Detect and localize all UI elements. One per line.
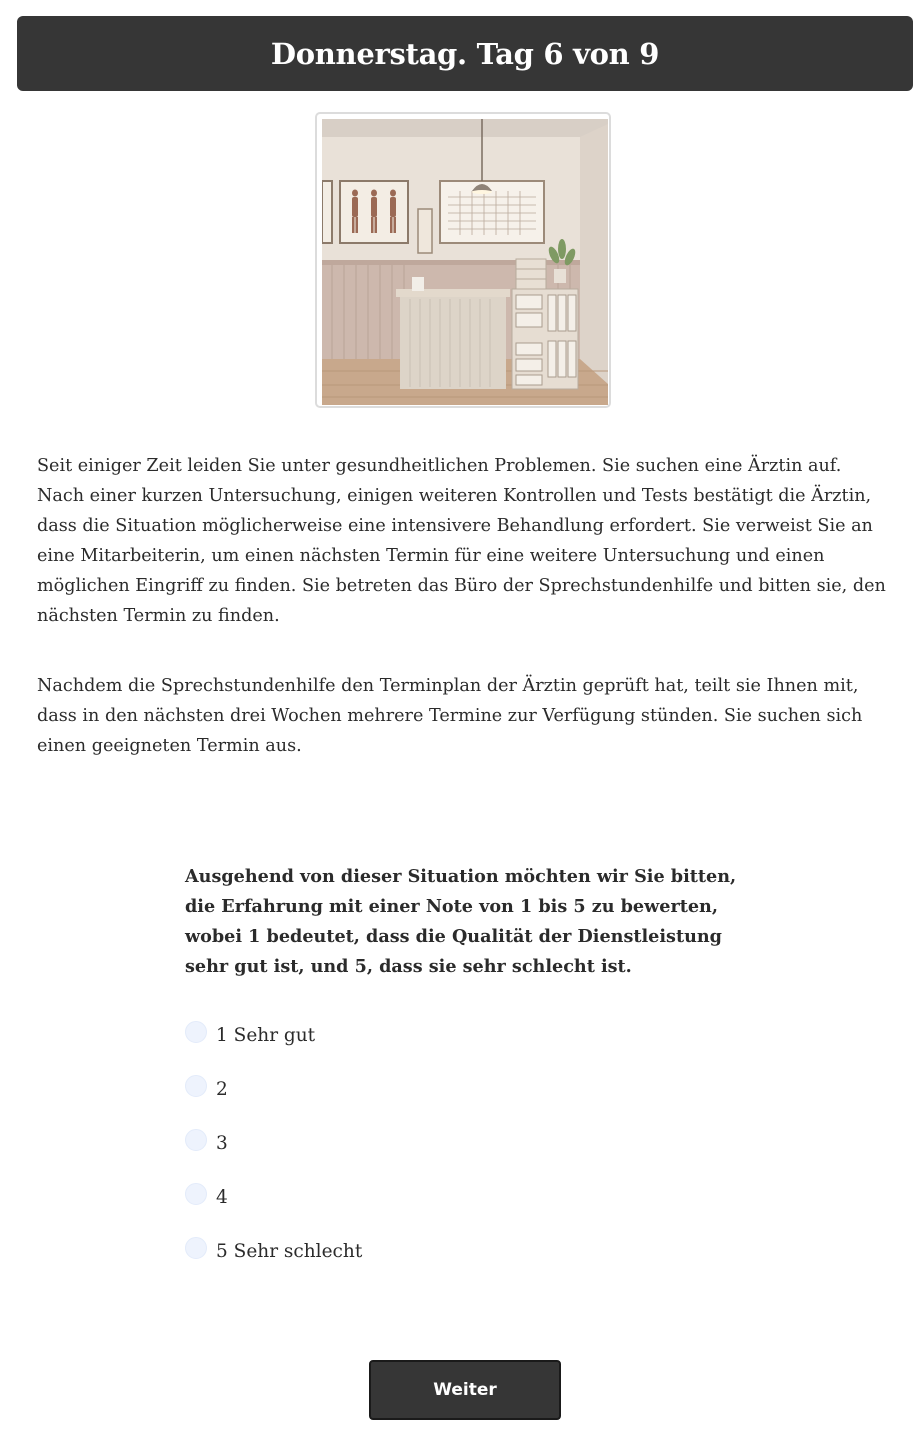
scenario-paragraph: Nachdem die Sprechstundenhilfe den Termi… <box>37 676 863 756</box>
rating-option-label: 2 <box>216 1078 228 1100</box>
scenario-text: Seit einiger Zeit leiden Sie unter gesun… <box>37 451 887 801</box>
page-header: Donnerstag. Tag 6 von 9 <box>17 16 913 91</box>
reception-desk-illustration <box>322 119 608 405</box>
next-button[interactable]: Weiter <box>369 1360 561 1420</box>
rating-option-label: 1 Sehr gut <box>216 1024 316 1046</box>
rating-option-1[interactable]: 1 Sehr gut <box>185 1008 362 1062</box>
rating-option-2[interactable]: 2 <box>185 1062 362 1116</box>
rating-option-3[interactable]: 3 <box>185 1116 362 1170</box>
scenario-paragraph: Seit einiger Zeit leiden Sie unter gesun… <box>37 456 886 626</box>
rating-option-label: 3 <box>216 1132 228 1154</box>
rating-option-label: 5 Sehr schlecht <box>216 1240 363 1262</box>
page-title: Donnerstag. Tag 6 von 9 <box>270 36 660 71</box>
scene-image <box>315 112 611 408</box>
radio-button[interactable] <box>185 1183 207 1205</box>
radio-button[interactable] <box>185 1021 207 1043</box>
rating-option-5[interactable]: 5 Sehr schlecht <box>185 1224 362 1278</box>
radio-button[interactable] <box>185 1129 207 1151</box>
rating-option-label: 4 <box>216 1186 228 1208</box>
rating-options: 1 Sehr gut 2 3 4 5 Sehr schlecht <box>185 1008 362 1278</box>
radio-button[interactable] <box>185 1237 207 1259</box>
radio-button[interactable] <box>185 1075 207 1097</box>
rating-option-4[interactable]: 4 <box>185 1170 362 1224</box>
rating-question: Ausgehend von dieser Situation möchten w… <box>185 866 737 977</box>
